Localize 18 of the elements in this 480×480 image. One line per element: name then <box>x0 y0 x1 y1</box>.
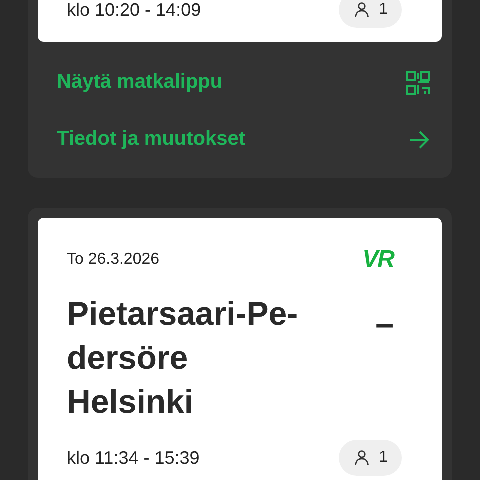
arrow-right-icon <box>408 130 430 150</box>
action-link[interactable]: Tiedot ja muutokset <box>57 111 430 168</box>
person-icon <box>353 449 372 467</box>
destination-name: Helsinki <box>67 382 195 422</box>
trip-date: To 26.3.2026 <box>67 251 160 269</box>
route-separator: – <box>376 304 394 344</box>
logo: VR <box>362 246 394 274</box>
origin-name: Pietarsaari-Pe- <box>67 294 298 334</box>
trip-time: klo 10:20 - 14:09 <box>67 0 202 20</box>
qr-code-icon <box>406 70 430 94</box>
passenger-count: 1 <box>339 440 402 476</box>
origin-name: dersöre <box>67 338 190 378</box>
trip-card[interactable]: To 26.3.2026 VR Pietarsaari-Pe- dersöre Helsinki – klo 11:34 - 15:39 1 <box>38 218 442 480</box>
action-link[interactable]: Näytä matkalippu <box>57 54 430 111</box>
trip-card[interactable]: klo 10:20 - 14:09 1 <box>38 0 442 42</box>
person-icon <box>353 1 372 19</box>
trip-time: klo 11:34 - 15:39 <box>67 448 200 468</box>
passenger-count: 1 <box>339 0 402 28</box>
